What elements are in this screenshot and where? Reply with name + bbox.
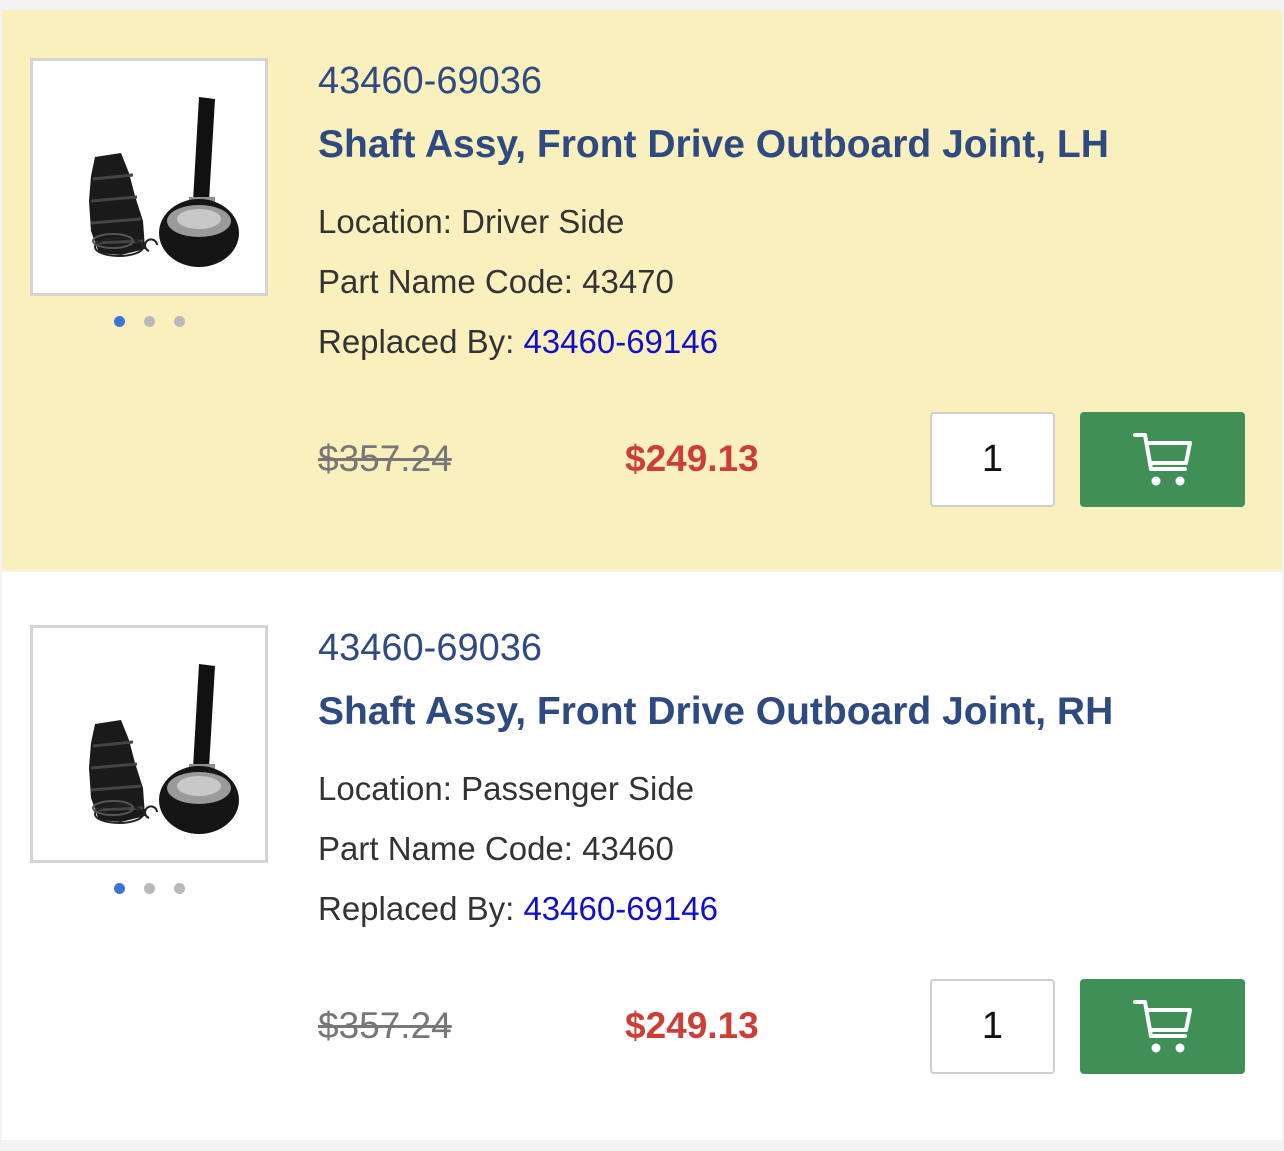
location-row: Location: Passenger Side	[318, 770, 694, 808]
part-name-code-label: Part Name Code:	[318, 830, 573, 867]
replaced-by-row: Replaced By: 43460-69146	[318, 323, 718, 361]
image-carousel-dots[interactable]	[114, 316, 194, 328]
carousel-dot[interactable]	[174, 883, 185, 894]
replaced-by-link[interactable]: 43460-69146	[523, 890, 718, 927]
product-image[interactable]	[30, 625, 268, 863]
product-title[interactable]: Shaft Assy, Front Drive Outboard Joint, …	[318, 123, 1109, 167]
cart-icon	[1132, 999, 1192, 1052]
carousel-dot[interactable]	[144, 883, 155, 894]
cv-joint-image	[89, 97, 239, 267]
location-value: Driver Side	[461, 203, 625, 240]
image-carousel-dots[interactable]	[114, 883, 194, 895]
replaced-by-label: Replaced By:	[318, 890, 515, 927]
part-name-code-row: Part Name Code: 43470	[318, 263, 674, 301]
carousel-dot[interactable]	[174, 316, 185, 327]
part-name-code-value: 43470	[582, 263, 674, 300]
carousel-dot[interactable]	[144, 316, 155, 327]
cart-icon	[1132, 432, 1192, 485]
location-row: Location: Driver Side	[318, 203, 624, 241]
location-value: Passenger Side	[461, 770, 695, 807]
quantity-input[interactable]	[930, 979, 1055, 1074]
part-number[interactable]: 43460-69036	[318, 60, 542, 103]
location-label: Location:	[318, 203, 452, 240]
product-title[interactable]: Shaft Assy, Front Drive Outboard Joint, …	[318, 690, 1113, 734]
product-image[interactable]	[30, 58, 268, 296]
original-price: $357.24	[318, 1005, 452, 1046]
original-price: $357.24	[318, 438, 452, 479]
sale-price: $249.13	[625, 438, 759, 479]
carousel-dot[interactable]	[114, 316, 125, 327]
cv-joint-image	[89, 664, 239, 834]
part-name-code-value: 43460	[582, 830, 674, 867]
part-name-code-label: Part Name Code:	[318, 263, 573, 300]
sale-price: $249.13	[625, 1005, 759, 1046]
carousel-dot[interactable]	[114, 883, 125, 894]
add-to-cart-button[interactable]	[1080, 412, 1245, 507]
replaced-by-link[interactable]: 43460-69146	[523, 323, 718, 360]
location-label: Location:	[318, 770, 452, 807]
replaced-by-label: Replaced By:	[318, 323, 515, 360]
part-number[interactable]: 43460-69036	[318, 627, 542, 670]
product-card: 43460-69036 Shaft Assy, Front Drive Outb…	[2, 10, 1282, 570]
replaced-by-row: Replaced By: 43460-69146	[318, 890, 718, 928]
part-name-code-row: Part Name Code: 43460	[318, 830, 674, 868]
add-to-cart-button[interactable]	[1080, 979, 1245, 1074]
product-card: 43460-69036 Shaft Assy, Front Drive Outb…	[2, 572, 1282, 1140]
quantity-input[interactable]	[930, 412, 1055, 507]
